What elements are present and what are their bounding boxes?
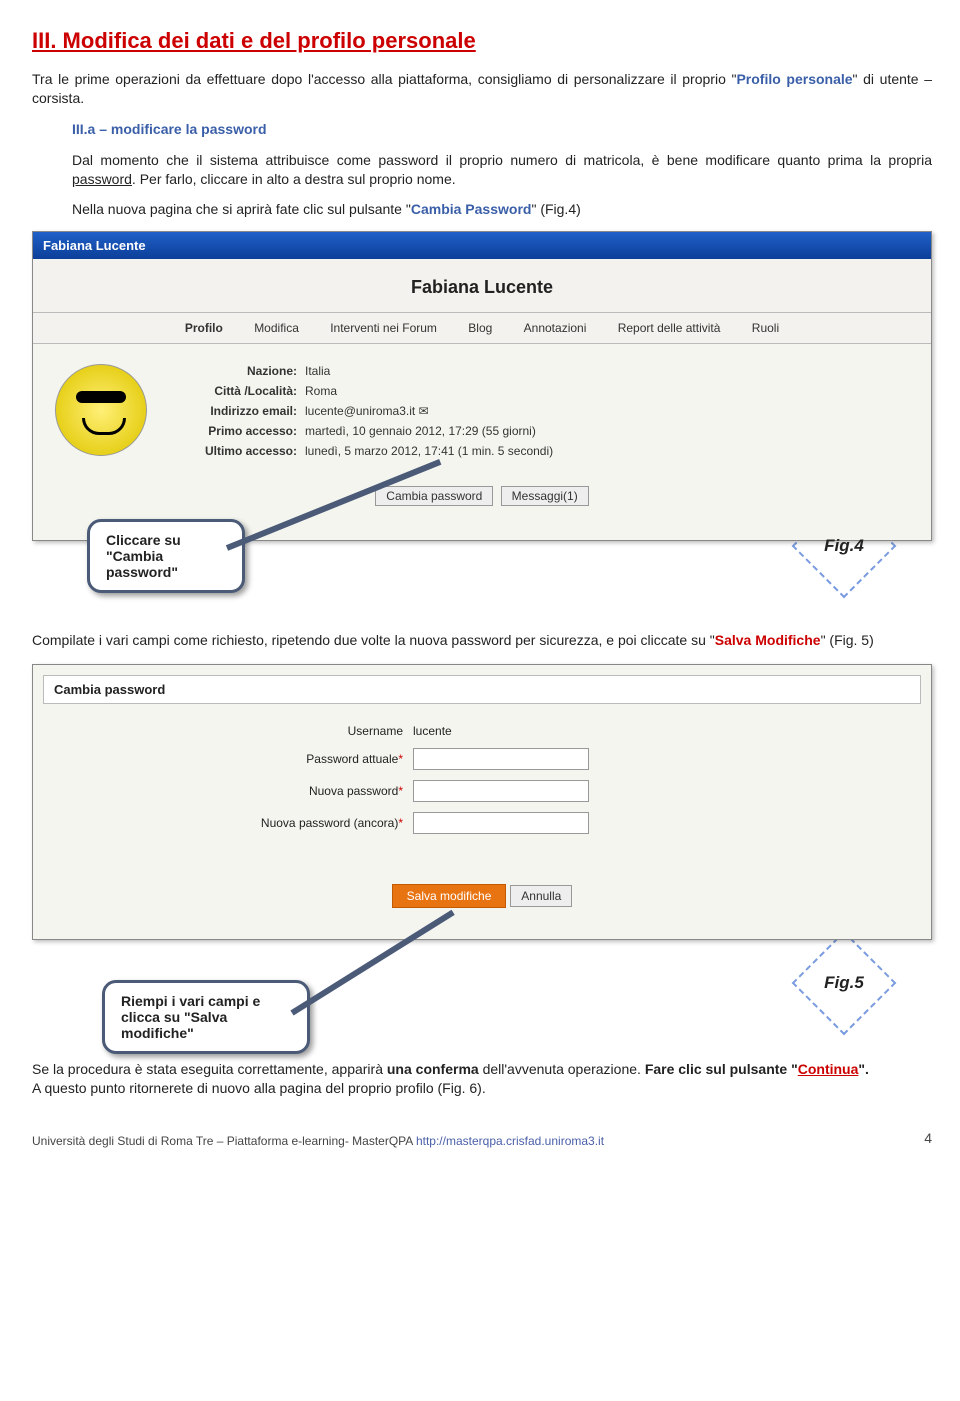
footer-text: Università degli Studi di Roma Tre – Pia…	[32, 1134, 416, 1148]
value-citta: Roma	[305, 384, 553, 398]
callout-salva-modifiche: Riempi i vari campi e clicca su "Salva m…	[102, 980, 310, 1054]
value-ultimo-accesso: lunedì, 5 marzo 2012, 17:41 (1 min. 5 se…	[305, 444, 553, 458]
window-titlebar: Fabiana Lucente	[33, 232, 931, 259]
value-email: lucente@uniroma3.it ✉	[305, 404, 553, 418]
label-primo-accesso: Primo accesso:	[167, 424, 297, 438]
mid-c: " (Fig. 5)	[821, 632, 874, 648]
label-username: Username	[33, 724, 403, 738]
sub-a-password-word: password	[72, 171, 132, 187]
label-citta: Città /Località:	[167, 384, 297, 398]
label-ultimo-accesso: Ultimo accesso:	[167, 444, 297, 458]
closing-f: ".	[858, 1061, 869, 1077]
closing-continua: Continua	[798, 1061, 859, 1077]
tab-blog[interactable]: Blog	[468, 321, 492, 335]
subsection-p2: Nella nuova pagina che si aprirà fate cl…	[72, 200, 932, 219]
closing-d: Fare clic sul pulsante "	[645, 1061, 798, 1077]
avatar-icon	[55, 364, 147, 456]
closing-g: A questo punto ritornerete di nuovo alla…	[32, 1080, 486, 1096]
paragraph-compilate: Compilate i vari campi come richiesto, r…	[32, 631, 932, 650]
form-box-title: Cambia password	[43, 675, 921, 704]
screenshot-change-password: Cambia password Username lucente Passwor…	[32, 664, 932, 940]
sub-a-text-a: Dal momento che il sistema attribuisce c…	[72, 152, 932, 168]
tab-profilo[interactable]: Profilo	[185, 321, 223, 335]
mid-a: Compilate i vari campi come richiesto, r…	[32, 632, 715, 648]
sub-a-p2-c: " (Fig.4)	[531, 201, 580, 217]
value-nazione: Italia	[305, 364, 553, 378]
profile-fields: Nazione: Italia Città /Località: Roma Indi…	[167, 364, 553, 464]
sub-a-p2-b: Cambia Password	[411, 201, 532, 217]
closing-c: dell'avvenuta operazione.	[479, 1061, 645, 1077]
footer-url[interactable]: http://masterqpa.crisfad.uniroma3.it	[416, 1134, 604, 1148]
tab-forum[interactable]: Interventi nei Forum	[330, 321, 437, 335]
required-asterisk: *	[398, 784, 403, 798]
input-password-attuale[interactable]	[413, 748, 589, 770]
label-nuova-password-ancora: Nuova password (ancora)	[261, 816, 398, 830]
salva-modifiche-button[interactable]: Salva modifiche	[392, 884, 507, 908]
value-username: lucente	[413, 724, 452, 738]
intro-text-a: Tra le prime operazioni da effettuare do…	[32, 71, 736, 87]
intro-paragraph: Tra le prime operazioni da effettuare do…	[32, 70, 932, 108]
annulla-button[interactable]: Annulla	[510, 885, 572, 907]
screenshot-profile: Fabiana Lucente Fabiana Lucente Profilo …	[32, 231, 932, 541]
save-row: Salva modifiche Annulla	[33, 874, 931, 938]
sub-a-p2-a: Nella nuova pagina che si aprirà fate cl…	[72, 201, 411, 217]
input-nuova-password-ancora[interactable]	[413, 812, 589, 834]
figure-5-label: Fig.5	[796, 958, 892, 1008]
closing-a: Se la procedura è stata eseguita corrett…	[32, 1061, 387, 1077]
tab-modifica[interactable]: Modifica	[254, 321, 299, 335]
closing-p1: Se la procedura è stata eseguita corrett…	[32, 1060, 932, 1098]
value-primo-accesso: martedì, 10 gennaio 2012, 17:29 (55 gior…	[305, 424, 553, 438]
required-asterisk: *	[398, 816, 403, 830]
label-password-attuale: Password attuale	[306, 752, 398, 766]
input-nuova-password[interactable]	[413, 780, 589, 802]
page-footer: 4 Università degli Studi di Roma Tre – P…	[32, 1134, 932, 1148]
mid-b: Salva Modifiche	[715, 632, 821, 648]
subsection-title: III.a – modificare la password	[72, 120, 932, 139]
tab-ruoli[interactable]: Ruoli	[752, 321, 779, 335]
label-nazione: Nazione:	[167, 364, 297, 378]
figure-4-label: Fig.4	[796, 521, 892, 571]
intro-profile-link: Profilo personale	[736, 71, 852, 87]
profile-tabs: Profilo Modifica Interventi nei Forum Bl…	[33, 312, 931, 344]
closing-b: una conferma	[387, 1061, 479, 1077]
tab-report[interactable]: Report delle attività	[618, 321, 721, 335]
messaggi-button[interactable]: Messaggi(1)	[501, 486, 589, 506]
sub-a-text-b: . Per farlo, cliccare in alto a destra s…	[132, 171, 456, 187]
cambia-password-button[interactable]: Cambia password	[375, 486, 493, 506]
label-email: Indirizzo email:	[167, 404, 297, 418]
callout-cambia-password: Cliccare su "Cambia password"	[87, 519, 245, 593]
page-number: 4	[924, 1130, 932, 1146]
profile-username: Fabiana Lucente	[33, 259, 931, 312]
subsection-p1: Dal momento che il sistema attribuisce c…	[72, 151, 932, 189]
required-asterisk: *	[398, 752, 403, 766]
tab-annotazioni[interactable]: Annotazioni	[524, 321, 587, 335]
section-heading: III. Modifica dei dati e del profilo per…	[32, 28, 932, 54]
label-nuova-password: Nuova password	[309, 784, 398, 798]
